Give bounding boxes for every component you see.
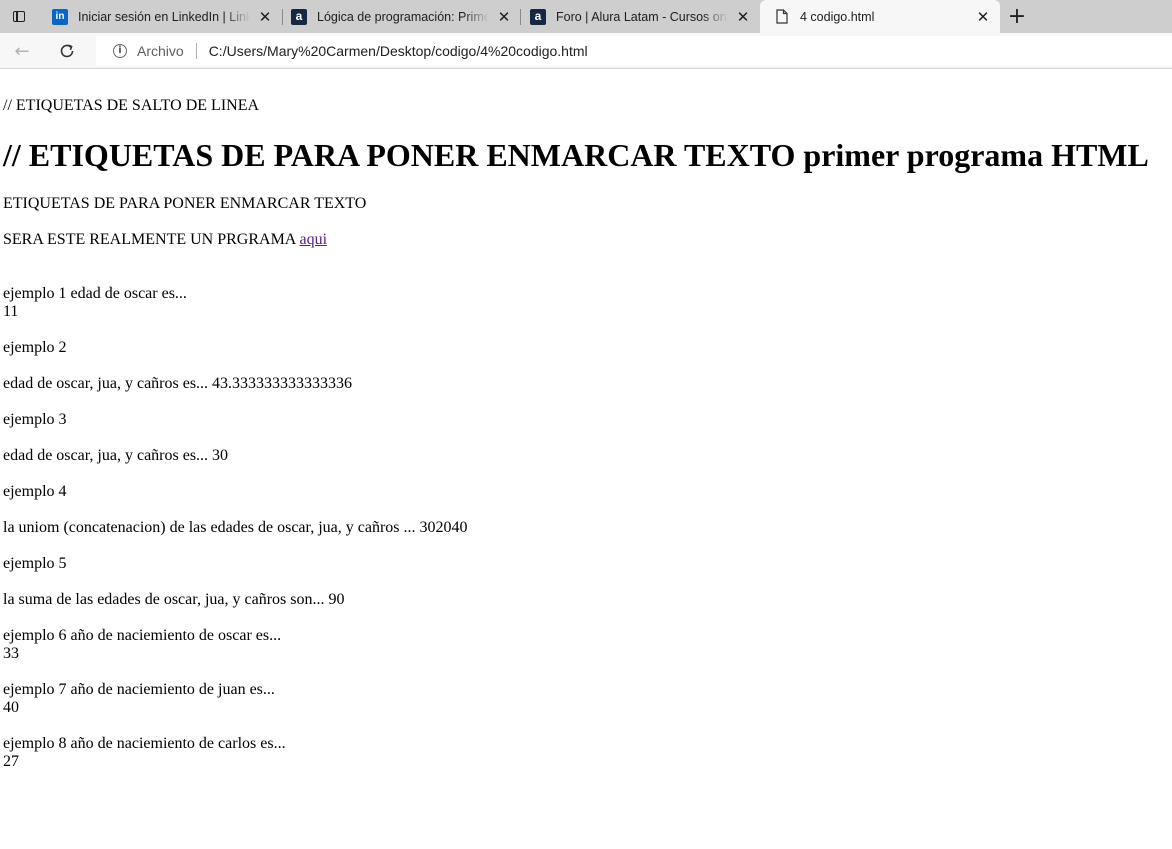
tab-actions-button[interactable] (0, 0, 38, 33)
reload-button[interactable] (53, 37, 81, 65)
example-7-label: ejemplo 7 año de naciemiento de juan es.… (3, 681, 275, 698)
address-url[interactable]: C:/Users/Mary%20Carmen/Desktop/codigo/4%… (209, 43, 588, 59)
file-icon (774, 9, 790, 25)
tab-foro-alura[interactable]: a Foro | Alura Latam - Cursos online ✕ (516, 0, 760, 33)
example-2-label: ejemplo 2 (3, 339, 67, 356)
alura-icon: a (530, 8, 546, 25)
info-icon[interactable]: i (113, 44, 127, 58)
example-5-label: ejemplo 5 (3, 555, 67, 572)
aqui-link[interactable]: aqui (299, 231, 327, 248)
alura-icon: a (291, 8, 307, 25)
tab-bar: in Iniciar sesión en LinkedIn | LinkedIn… (0, 0, 1172, 33)
page-heading: // ETIQUETAS DE PARA PONER ENMARCAR TEXT… (3, 137, 1149, 173)
example-8-value: 27 (3, 753, 19, 770)
address-scheme-label: Archivo (137, 43, 184, 59)
reload-icon (60, 44, 74, 58)
arrow-left-icon: ← (14, 40, 30, 62)
tab-codigo-html[interactable]: 4 codigo.html ✕ (760, 0, 1000, 33)
tab-title: Foro | Alura Latam - Cursos online (556, 9, 728, 24)
tab-linkedin[interactable]: in Iniciar sesión en LinkedIn | LinkedIn… (38, 0, 282, 33)
paragraph-programa-text: SERA ESTE REALMENTE UN PRGRAMA (3, 231, 300, 248)
plus-icon: + (1007, 3, 1027, 29)
close-icon[interactable]: ✕ (974, 8, 992, 26)
example-8-label: ejemplo 8 año de naciemiento de carlos e… (3, 735, 286, 752)
address-bar[interactable]: i Archivo C:/Users/Mary%20Carmen/Desktop… (96, 36, 1172, 66)
address-divider (195, 43, 197, 59)
tab-logica-programacion[interactable]: a Lógica de programación: Primeros pasos… (277, 0, 521, 33)
close-icon[interactable]: ✕ (734, 8, 752, 26)
close-icon[interactable]: ✕ (256, 8, 274, 26)
tab-actions-icon (13, 11, 25, 22)
tab-title: Lógica de programación: Primeros pasos (317, 9, 489, 24)
linkedin-icon: in (52, 8, 68, 25)
paragraph-enmarcar: ETIQUETAS DE PARA PONER ENMARCAR TEXTO (3, 195, 367, 212)
comment-line: // ETIQUETAS DE SALTO DE LINEA (3, 97, 260, 114)
example-5-text: la suma de las edades de oscar, jua, y c… (3, 591, 345, 608)
example-2-text: edad de oscar, jua, y cañros es... 43.33… (3, 375, 353, 392)
example-3-text: edad de oscar, jua, y cañros es... 30 (3, 447, 229, 464)
example-1-value: 11 (3, 303, 19, 320)
example-1-label: ejemplo 1 edad de oscar es... (3, 285, 187, 302)
back-button[interactable]: ← (8, 37, 36, 65)
example-6-label: ejemplo 6 año de naciemiento de oscar es… (3, 627, 282, 644)
example-3-label: ejemplo 3 (3, 411, 67, 428)
example-4-label: ejemplo 4 (3, 483, 67, 500)
example-7-value: 40 (3, 699, 19, 716)
tab-title: 4 codigo.html (800, 9, 875, 24)
example-6-value: 33 (3, 645, 19, 662)
browser-toolbar: ← i Archivo C:/Users/Mary%20Carmen/Deskt… (0, 33, 1172, 69)
paragraph-programa: SERA ESTE REALMENTE UN PRGRAMA aqui (3, 231, 327, 249)
close-icon[interactable]: ✕ (495, 8, 513, 26)
new-tab-button[interactable]: + (1005, 3, 1029, 29)
tab-title: Iniciar sesión en LinkedIn | LinkedIn (78, 9, 250, 24)
example-4-text: la uniom (concatenacion) de las edades d… (3, 519, 468, 536)
